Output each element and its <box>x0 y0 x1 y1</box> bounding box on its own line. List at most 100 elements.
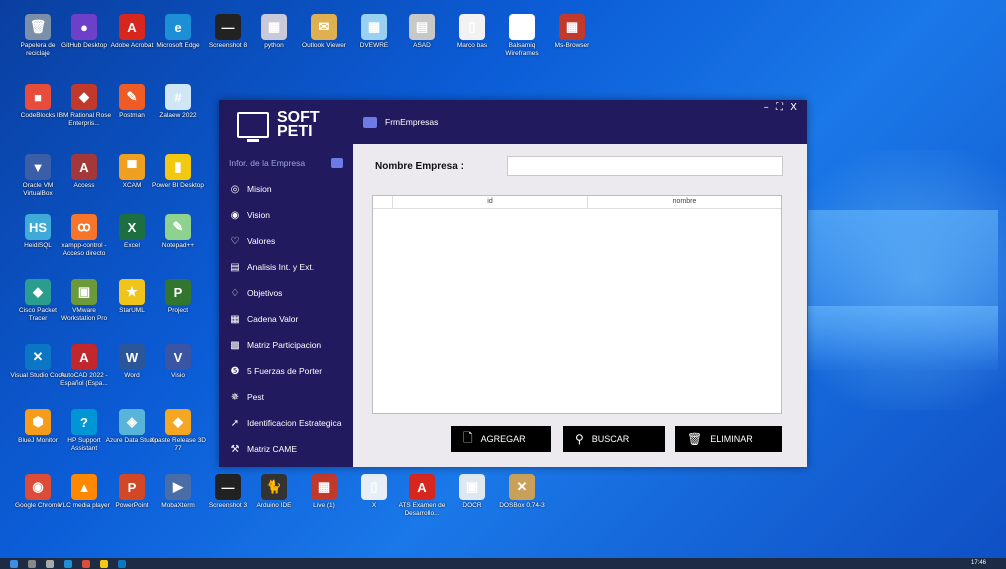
desktop-icon-label: DOCR <box>462 502 482 509</box>
sidebar-item-label: Identificacion Estrategica <box>247 418 342 428</box>
desktop-icon[interactable]: # Zalaew 2022 <box>150 80 206 140</box>
desktop-icon[interactable]: 🐈 Arduino IDE <box>246 470 302 530</box>
desktop-icon[interactable]: ▦ python <box>246 10 302 70</box>
desktop-icon-label: python <box>264 42 284 49</box>
desktop-icon[interactable]: ▦ Ms-Browser <box>544 10 600 70</box>
vscode-icon[interactable] <box>118 559 126 568</box>
desktop-icon[interactable]: ✎ Notepad++ <box>150 210 206 270</box>
desktop-icon[interactable]: ◆ Xpaste Release 3D 77 <box>150 405 206 465</box>
add-button[interactable]: 🗋 AGREGAR <box>451 426 551 452</box>
window-title: FrmEmpresas <box>385 117 439 127</box>
desktop-icon[interactable]: ▶ MobaXterm <box>150 470 206 530</box>
column-header-id[interactable]: id <box>393 196 588 208</box>
app-icon: ▯ <box>459 14 485 40</box>
sidebar-item[interactable]: ❺ 5 Fuerzas de Porter <box>219 358 353 384</box>
chrome-icon[interactable] <box>82 559 90 568</box>
desktop-icon-label: Xpaste Release 3D 77 <box>150 437 207 452</box>
folder-icon[interactable] <box>100 559 108 568</box>
companies-grid[interactable]: id nombre <box>372 195 782 414</box>
add-button-label: AGREGAR <box>480 434 526 444</box>
sidebar-item[interactable]: Infor. de la Empresa <box>219 150 353 176</box>
window-controls[interactable]: – ⛶ X <box>764 102 799 113</box>
app-window: SOFT PETI Infor. de la Empresa ◎ Mision ◉ Vi… <box>219 100 807 467</box>
chart-icon: ▦ <box>230 313 240 325</box>
app-icon: ? <box>71 409 97 435</box>
desktop-icon[interactable]: V Visio <box>150 340 206 400</box>
desktop-icon[interactable]: ▦ Live (1) <box>296 470 352 530</box>
desktop-icon-label: Visio <box>171 372 185 379</box>
search-icon: ⚲ <box>575 432 584 446</box>
desktop-icon-label: ASAD <box>413 42 431 49</box>
app-icon: ▦ <box>261 14 287 40</box>
column-header-nombre[interactable]: nombre <box>588 196 781 208</box>
sidebar-item[interactable]: ▦ Cadena Valor <box>219 306 353 332</box>
app-icon: 🐈 <box>261 474 287 500</box>
desktop-icon-label: Zalaew 2022 <box>159 112 197 119</box>
sidebar-item[interactable]: ♡ Valores <box>219 228 353 254</box>
app-icon: ꝏ <box>71 214 97 240</box>
desktop-icon[interactable]: ✕ DOSBox 0.74-3 <box>494 470 550 530</box>
desktop-icon[interactable]: ▯ Marco bas <box>444 10 500 70</box>
desktop-icon-label: Power BI Desktop <box>151 182 205 189</box>
search-button-label: BUSCAR <box>591 434 630 444</box>
delete-button-label: ELIMINAR <box>710 434 753 444</box>
app-icon: ✕ <box>25 344 51 370</box>
delete-button[interactable]: 🗑 ELIMINAR <box>675 426 782 452</box>
sidebar-nav: Infor. de la Empresa ◎ Mision ◉ Vision ♡ Valor… <box>219 150 353 462</box>
windows-start-icon[interactable] <box>10 559 18 568</box>
desktop-icon-label: Balsamiq Wireframes <box>505 42 539 57</box>
desktop-icon[interactable]: e Microsoft Edge <box>150 10 206 70</box>
sidebar-item[interactable]: ♢ Objetivos <box>219 280 353 306</box>
desktop-icon[interactable]: ▤ ASAD <box>394 10 450 70</box>
sidebar-item-label: Matriz CAME <box>247 444 298 454</box>
desktop-icon[interactable]: A ATS Examen de Desarrollo... <box>394 470 450 530</box>
app-icon: P <box>165 279 191 305</box>
app-icon: — <box>215 474 241 500</box>
sidebar-item[interactable]: ◎ Mision <box>219 176 353 202</box>
task-view-icon[interactable] <box>46 559 54 568</box>
desktop-icon[interactable]: ▣ DOCR <box>444 470 500 530</box>
app-logo: SOFT PETI <box>219 100 353 150</box>
clock[interactable]: 17:46 <box>971 558 986 569</box>
desktop-icon[interactable]: ☺ Balsamiq Wireframes <box>494 10 550 70</box>
app-icon: ● <box>71 14 97 40</box>
app-icon: A <box>409 474 435 500</box>
sidebar-item[interactable]: ◉ Vision <box>219 202 353 228</box>
desktop-icon[interactable]: P Project <box>150 275 206 335</box>
search-icon[interactable] <box>28 559 36 568</box>
sidebar-item[interactable]: ▩ Matriz Participacion <box>219 332 353 358</box>
desktop-icon-label: Notepad++ <box>161 242 195 249</box>
app-icon: HS <box>25 214 51 240</box>
app-icon: # <box>165 84 191 110</box>
sidebar-item[interactable]: ⚒ Matriz CAME <box>219 436 353 462</box>
desktop-icon-label: Outlook Viewer <box>302 42 346 49</box>
company-name-input[interactable] <box>507 156 783 176</box>
sidebar-item-label: Cadena Valor <box>247 314 299 324</box>
sidebar-item[interactable]: ➚ Identificacion Estrategica <box>219 410 353 436</box>
app-icon: ■ <box>25 84 51 110</box>
app-icon: ◆ <box>165 409 191 435</box>
app-icon: — <box>215 14 241 40</box>
app-icon: ⬢ <box>25 409 51 435</box>
sidebar-item-label: Vision <box>247 210 270 220</box>
app-icon: ✕ <box>509 474 535 500</box>
sidebar-item-label: Mision <box>247 184 272 194</box>
sidebar-item[interactable]: ▤ Analisis Int. y Ext. <box>219 254 353 280</box>
sidebar-item-label: Analisis Int. y Ext. <box>247 262 315 272</box>
search-button[interactable]: ⚲ BUSCAR <box>563 426 665 452</box>
desktop-icon[interactable]: ▮ Power BI Desktop <box>150 150 206 210</box>
sidebar-item[interactable]: ✵ Pest <box>219 384 353 410</box>
app-icon: X <box>119 214 145 240</box>
desktop-icon-label: Arduino IDE <box>256 502 292 509</box>
desktop-icon-label: Ms-Browser <box>554 42 590 49</box>
app-icon: ✎ <box>119 84 145 110</box>
app-icon: ▶ <box>165 474 191 500</box>
folder-icon <box>331 158 343 168</box>
wallpaper-pane <box>808 306 998 370</box>
app-icon: 🗑 <box>25 14 51 40</box>
app-icon: ◆ <box>71 84 97 110</box>
desktop-icon[interactable]: ✉ Outlook Viewer <box>296 10 352 70</box>
desktop-icon-label: Marco bas <box>456 42 488 49</box>
edge-icon[interactable] <box>64 559 72 568</box>
heart-icon: ♡ <box>230 235 240 247</box>
